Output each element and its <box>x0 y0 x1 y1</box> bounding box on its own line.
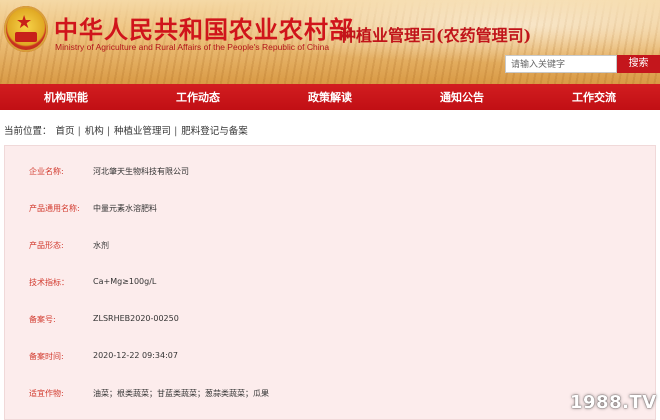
site-title[interactable]: 中华人民共和国农业农村部 <box>54 10 354 45</box>
nav-item-notices[interactable]: 通知公告 <box>396 89 528 105</box>
breadcrumb-current[interactable]: 肥料登记与备案 <box>181 126 248 137</box>
record-row-product-name: 产品通用名称: 中量元素水溶肥料 <box>5 203 657 217</box>
record-row-form: 产品形态: 水剂 <box>5 240 657 254</box>
record-row-crops: 适宜作物: 油菜；根类蔬菜；甘蓝类蔬菜；葱蒜类蔬菜；瓜果 <box>5 388 657 402</box>
breadcrumb-separator: | <box>106 126 111 137</box>
record-row-filing-number: 备案号: ZLSRHEB2020-00250 <box>5 314 657 328</box>
search-button[interactable]: 搜索 <box>617 55 660 73</box>
department-title: 种植业管理司(农药管理司) <box>340 26 532 45</box>
field-label: 备案号: <box>29 315 56 324</box>
field-value: 2020-12-22 09:34:07 <box>93 351 178 360</box>
star-icon: ★ <box>16 12 33 33</box>
field-label: 备案时间: <box>29 352 64 361</box>
breadcrumb: 当前位置： 首页 | 机构 | 种植业管理司 | 肥料登记与备案 <box>4 123 248 137</box>
field-value: 中量元素水溶肥料 <box>93 204 157 213</box>
field-value: ZLSRHEB2020-00250 <box>93 314 179 323</box>
nav-item-exchange[interactable]: 工作交流 <box>528 89 660 105</box>
field-label: 技术指标： <box>29 278 69 287</box>
record-row-company: 企业名称: 河北肇天生物科技有限公司 <box>5 166 657 180</box>
record-detail-panel: 企业名称: 河北肇天生物科技有限公司 产品通用名称: 中量元素水溶肥料 产品形态… <box>4 145 656 420</box>
breadcrumb-separator: | <box>77 126 81 137</box>
site-header: ★ 中华人民共和国农业农村部 Ministry of Agriculture a… <box>0 0 660 84</box>
field-value: Ca+Mg≥100g/L <box>93 277 157 286</box>
breadcrumb-separator: | <box>174 126 178 137</box>
main-nav: 机构职能 工作动态 政策解读 通知公告 工作交流 <box>0 84 660 110</box>
record-row-filing-time: 备案时间: 2020-12-22 09:34:07 <box>5 351 657 365</box>
nav-item-work-news[interactable]: 工作动态 <box>132 89 264 105</box>
field-label: 企业名称: <box>29 167 64 176</box>
nav-item-policy[interactable]: 政策解读 <box>264 89 396 105</box>
field-label: 产品通用名称: <box>29 204 80 213</box>
breadcrumb-prefix: 当前位置： <box>4 126 52 137</box>
breadcrumb-organization[interactable]: 机构 <box>85 126 104 137</box>
nav-item-organization[interactable]: 机构职能 <box>0 89 132 105</box>
gate-icon <box>15 32 37 42</box>
watermark: 1988.TV <box>570 392 657 413</box>
field-value: 水剂 <box>93 241 109 250</box>
breadcrumb-department[interactable]: 种植业管理司 <box>114 126 171 137</box>
field-value: 河北肇天生物科技有限公司 <box>93 167 189 176</box>
search-input[interactable] <box>505 55 617 73</box>
record-row-spec: 技术指标： Ca+Mg≥100g/L <box>5 277 657 291</box>
breadcrumb-home[interactable]: 首页 <box>56 126 75 137</box>
field-label: 适宜作物: <box>29 389 64 398</box>
field-label: 产品形态: <box>29 241 64 250</box>
national-emblem-icon[interactable]: ★ <box>4 6 48 52</box>
site-subtitle: Ministry of Agriculture and Rural Affair… <box>55 42 330 52</box>
field-value: 油菜；根类蔬菜；甘蓝类蔬菜；葱蒜类蔬菜；瓜果 <box>93 389 269 398</box>
